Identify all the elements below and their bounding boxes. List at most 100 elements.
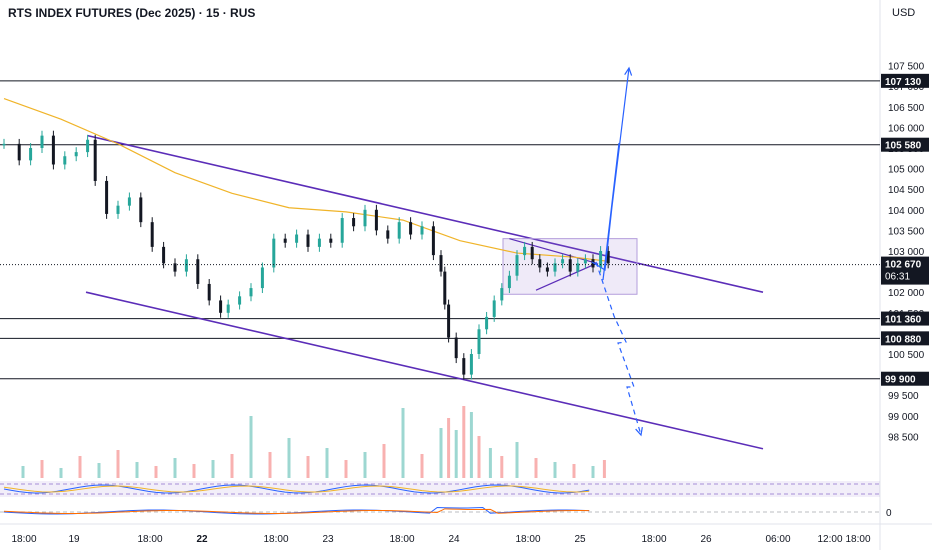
candle-body (184, 259, 188, 272)
x-tick-label: 18:00 (389, 534, 414, 545)
candle-body (363, 209, 367, 227)
x-tick-label: 18:00 (515, 534, 540, 545)
y-tick-label: 99 000 (888, 412, 919, 423)
candle-body (93, 139, 97, 181)
volume-bar (97, 463, 101, 478)
volume-bar (268, 452, 272, 478)
x-tick-label: 26 (700, 534, 712, 545)
candle-body (207, 283, 211, 301)
candle-body (105, 180, 109, 214)
y-tick-label: 102 000 (888, 288, 925, 299)
volume-bar (116, 450, 120, 478)
candle-body (583, 259, 587, 264)
y-tick-label: 100 500 (888, 350, 925, 361)
volume-bar (454, 430, 458, 478)
candle-body (260, 267, 264, 289)
candle-body (226, 304, 230, 313)
candle-body (439, 255, 443, 272)
y-tick-label: 104 000 (888, 206, 925, 217)
volume-bar (420, 454, 424, 478)
volume-bar (602, 460, 606, 478)
candle-body (295, 234, 299, 243)
volume-bar (488, 448, 492, 478)
last-price-timer: 06:31 (885, 272, 910, 283)
candle-body (173, 263, 177, 272)
candle-body (116, 205, 120, 214)
candle-body (139, 197, 143, 223)
candle-body (454, 337, 458, 359)
candle-body (431, 226, 435, 256)
volume-bar (363, 452, 367, 478)
x-tick-label: 18:00 (11, 534, 36, 545)
candle-body (538, 259, 542, 268)
candle-body (386, 230, 390, 239)
candle-body (530, 246, 534, 260)
channel-upper-line (87, 134, 764, 293)
volume-bar (154, 466, 158, 478)
price-chart-svg[interactable]: 107 500107 000106 500106 000105 500105 0… (0, 0, 932, 550)
volume-bar (553, 462, 557, 478)
level-label: 107 130 (885, 77, 922, 88)
candle-body (40, 135, 44, 148)
level-label: 101 360 (885, 315, 922, 326)
x-tick-label: 18:00 (137, 534, 162, 545)
x-tick-label: 23 (322, 534, 334, 545)
volume-bar (173, 458, 177, 478)
y-tick-label: 98 500 (888, 432, 919, 443)
y-tick-label: 99 500 (888, 391, 919, 402)
volume-bar (21, 466, 25, 478)
volume-bar (249, 416, 253, 478)
x-tick-label: 24 (448, 534, 460, 545)
y-tick-label: 103 000 (888, 247, 925, 258)
candle-body (17, 143, 21, 161)
candle-body (86, 139, 90, 153)
x-tick-label: 06:00 (765, 534, 790, 545)
y-tick-label: 106 500 (888, 103, 925, 114)
y-tick-label: 104 500 (888, 185, 925, 196)
candle-body (219, 300, 223, 313)
candle-body (74, 152, 78, 157)
level-label: 105 580 (885, 141, 922, 152)
volume-bar (59, 468, 63, 478)
volume-bar (230, 454, 234, 478)
candle-body (352, 218, 356, 227)
volume-bar (287, 438, 291, 478)
macd-zero-label: 0 (886, 508, 892, 519)
volume-bar (344, 460, 348, 478)
candle-body (317, 238, 321, 247)
volume-bar (477, 436, 481, 478)
volume-bar (306, 456, 310, 478)
candle-body (162, 246, 166, 264)
volume-bar (500, 456, 504, 478)
candle-body (374, 209, 378, 231)
volume-bar (572, 464, 576, 478)
candle-body (150, 222, 154, 247)
x-tick-label: 22 (196, 534, 208, 545)
candle-body (249, 288, 253, 297)
candle-body (492, 300, 496, 317)
candle-body (443, 271, 447, 305)
channel-lower-line (85, 291, 764, 450)
candle-body (272, 238, 276, 268)
last-price-label: 102 670 (885, 260, 922, 271)
candle-body (485, 316, 489, 330)
candle-body (420, 226, 424, 235)
candle-body (462, 358, 466, 375)
level-label: 99 900 (885, 375, 916, 386)
y-tick-label: 105 000 (888, 165, 925, 176)
volume-bar (192, 464, 196, 478)
volume-bar (40, 460, 44, 478)
volume-bar (211, 460, 215, 478)
candle-body (283, 238, 287, 243)
y-tick-label: 106 000 (888, 123, 925, 134)
oscillator-band (0, 481, 880, 497)
y-tick-label: 107 500 (888, 62, 925, 73)
candle-body (63, 156, 67, 165)
candle-body (568, 259, 572, 272)
x-tick-label: 19 (68, 534, 80, 545)
y-tick-label: 103 500 (888, 226, 925, 237)
candle-body (477, 329, 481, 354)
volume-bar (135, 462, 139, 478)
volume-bar (469, 412, 473, 478)
candle-body (397, 222, 401, 239)
